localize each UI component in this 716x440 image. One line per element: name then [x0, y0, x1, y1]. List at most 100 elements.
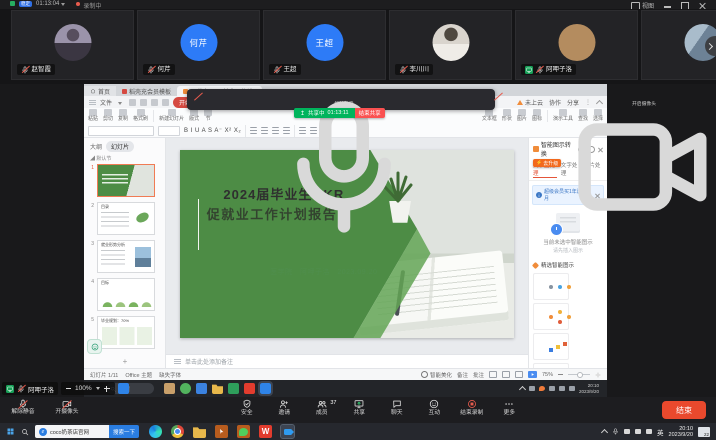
slide-thumb-2[interactable]: 目录 [97, 202, 155, 235]
remote-wps-icon[interactable] [244, 383, 255, 394]
slide-thumb-5[interactable]: 毕业规划：70% [97, 316, 155, 349]
bottom-share[interactable]: 共享 [341, 399, 379, 416]
tray-icon[interactable] [529, 386, 535, 391]
meeting-app-icon[interactable] [281, 425, 294, 438]
volume-icon[interactable] [646, 429, 652, 434]
tray-mic-icon[interactable] [612, 428, 619, 435]
bottom-chat[interactable]: 聊天 [378, 399, 416, 416]
ime-indicator[interactable]: 英 [657, 427, 664, 437]
tray-icon[interactable] [539, 386, 545, 391]
zoom-in-button[interactable] [596, 372, 601, 377]
remote-clock[interactable]: 20:10 2023/9/20 [579, 383, 599, 394]
diagram-card-network[interactable] [533, 303, 569, 330]
explorer-icon[interactable] [193, 425, 206, 438]
fit-window-button[interactable] [118, 383, 129, 394]
save-icon[interactable] [129, 99, 136, 106]
ribbon-format-painter[interactable]: 格式刷 [133, 109, 148, 123]
taskbar-search-widget[interactable]: e coco奶茶店官网 搜索一下 [35, 425, 139, 438]
bottom-members[interactable]: 37 成员 [303, 399, 341, 416]
remote-meeting-icon[interactable] [260, 383, 271, 394]
slide-thumb-3[interactable]: 就业形势分析 [97, 240, 155, 273]
remote-app-icon[interactable] [196, 383, 207, 394]
bottom-interact[interactable]: 互动 [416, 399, 454, 416]
minimize-button[interactable] [664, 6, 671, 8]
wps-icon[interactable]: W [259, 425, 272, 438]
view-switch-button[interactable]: 视图 [631, 1, 654, 9]
toolbar-camera[interactable]: 开启摄像头 [494, 89, 716, 110]
zoom-out-button[interactable] [66, 388, 71, 389]
edge-icon[interactable] [149, 425, 162, 438]
comments-toggle[interactable]: 批注 [473, 371, 484, 379]
search-go-button[interactable]: 搜索一下 [109, 425, 139, 438]
diagram-card-timeline[interactable] [533, 273, 569, 300]
tray-expand-icon[interactable] [601, 429, 608, 436]
close-button[interactable] [699, 2, 706, 9]
flashing-app-icon[interactable] [215, 425, 228, 438]
normal-view-icon[interactable] [489, 371, 497, 378]
slideshow-button[interactable] [528, 371, 537, 378]
font-size-combo[interactable] [158, 126, 180, 136]
bottom-camera[interactable]: 开摄像头 [50, 399, 84, 415]
video-tile[interactable]: 王超 王超 [263, 10, 386, 80]
bottom-unmute[interactable]: 解除静音 [6, 399, 40, 415]
remote-app-icon[interactable] [180, 383, 191, 394]
reading-view-icon[interactable] [515, 371, 523, 378]
bottom-stop-recording[interactable]: 结束录制 [453, 399, 491, 416]
missing-font-warning[interactable]: 缺失字体 [159, 371, 181, 379]
section-label[interactable]: ◢ 默认节 [84, 155, 165, 164]
notes-bar[interactable]: 单击此处添加备注 [166, 354, 528, 368]
zoom-value[interactable]: 100% [75, 385, 92, 392]
speaker-icon[interactable] [559, 386, 565, 391]
notification-icon[interactable]: 22 [698, 427, 710, 437]
wifi-icon[interactable] [549, 386, 555, 391]
menu-icon[interactable] [89, 100, 96, 105]
battery-icon[interactable] [569, 386, 575, 391]
slide-subtitle[interactable]: 医学院 阿呷子洛 2023.09.20 [270, 267, 377, 277]
video-tile[interactable]: 李川川 [389, 10, 512, 80]
ribbon-new-slide[interactable]: 新建幻灯片 [159, 109, 184, 123]
notes-toggle[interactable]: 备注 [457, 371, 468, 379]
toolbar-unmute[interactable]: 解除静音 [194, 89, 494, 110]
slide-thumb-1[interactable] [97, 164, 155, 197]
add-slide-button[interactable]: + [84, 357, 166, 366]
theme-indicator[interactable]: Office 主题 [125, 371, 152, 379]
diagram-card-pyramid[interactable] [533, 333, 569, 360]
end-share-button[interactable]: 结束共享 [355, 108, 385, 118]
font-name-combo[interactable] [88, 126, 154, 136]
slide-thumb-4[interactable]: 目标 [97, 278, 155, 311]
file-menu[interactable]: 文件 [100, 98, 112, 107]
end-meeting-button[interactable]: 结束 [662, 401, 706, 419]
chevron-down-icon[interactable] [61, 3, 65, 6]
ribbon-cut[interactable]: 剪切 [103, 109, 113, 123]
redo-icon[interactable] [162, 99, 169, 106]
video-tile[interactable]: 何芹 何芹 [137, 10, 260, 80]
zoom-slider[interactable] [568, 374, 590, 375]
clock[interactable]: 20:10 2023/9/20 [669, 426, 693, 438]
bottom-more[interactable]: 更多 [491, 399, 529, 416]
zoom-level[interactable]: 75% [542, 372, 553, 378]
beautify-button[interactable]: 智能美化 [421, 371, 452, 379]
sorter-view-icon[interactable] [502, 371, 510, 378]
tray-display-icon[interactable] [624, 429, 630, 434]
bottom-security[interactable]: 安全 [228, 399, 266, 416]
undo-icon[interactable] [151, 99, 158, 106]
video-tile[interactable]: 赵智霞 [11, 10, 134, 80]
zoom-out-button[interactable] [558, 374, 563, 375]
start-button[interactable] [6, 427, 15, 436]
wps-ai-assistant-button[interactable] [87, 339, 102, 354]
wps-home-tab[interactable]: 首页 [84, 86, 116, 96]
taskbar-search-icon[interactable] [21, 428, 29, 436]
video-tile[interactable]: 阿呷子洛 [515, 10, 638, 80]
network-icon[interactable] [635, 429, 641, 434]
print-icon[interactable] [140, 99, 147, 106]
tray-expand-icon[interactable] [519, 386, 526, 393]
zoom-in-button[interactable] [104, 386, 110, 392]
wps-shop-tab[interactable]: 稻壳充会员模板 [116, 86, 177, 96]
ribbon-copy[interactable]: 复制 [118, 109, 128, 123]
chrome-icon[interactable] [171, 425, 184, 438]
outline-tab[interactable]: 大纲 [90, 142, 102, 151]
remote-app-icon[interactable] [164, 383, 175, 394]
ribbon-paste[interactable]: 粘贴 [88, 109, 98, 123]
remote-app-icon[interactable] [228, 383, 239, 394]
maximize-button[interactable] [681, 2, 689, 10]
